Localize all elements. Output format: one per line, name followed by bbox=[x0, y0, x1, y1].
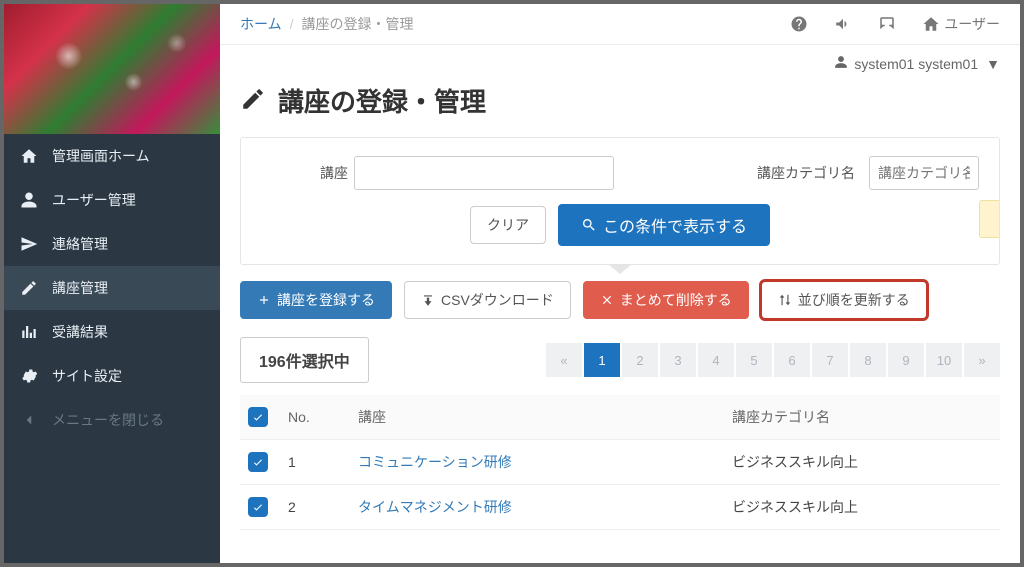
page-button-«[interactable]: « bbox=[546, 343, 582, 377]
sidebar-item-label: メニューを閉じる bbox=[52, 410, 164, 430]
selection-count: 196件選択中 bbox=[240, 337, 369, 383]
sidebar-item-collapse[interactable]: メニューを閉じる bbox=[4, 398, 220, 442]
row-checkbox[interactable] bbox=[248, 452, 288, 472]
action-row: 講座を登録する CSVダウンロード まとめて削除する 並び順を更新する bbox=[220, 281, 1020, 319]
table-row: 1コミュニケーション研修ビジネススキル向上 bbox=[240, 440, 1000, 485]
sidebar-item-home[interactable]: 管理画面ホーム bbox=[4, 134, 220, 178]
filter-course-input[interactable] bbox=[354, 156, 614, 190]
sidebar-item-label: サイト設定 bbox=[52, 366, 122, 386]
filter-panel: 講座 講座カテゴリ名 クリア この条件で表示する bbox=[240, 137, 1000, 265]
row-category: ビジネススキル向上 bbox=[732, 497, 992, 517]
chevron-left-icon bbox=[20, 411, 40, 429]
filter-category-label: 講座カテゴリ名 bbox=[757, 163, 855, 183]
sidebar-item-label: 受講結果 bbox=[52, 322, 108, 342]
paper-plane-icon bbox=[20, 235, 40, 253]
main-content: ホーム / 講座の登録・管理 ユーザー system01 system01 ▼ … bbox=[220, 4, 1020, 563]
list-header: 196件選択中 «12345678910» bbox=[220, 337, 1020, 383]
search-icon bbox=[581, 217, 597, 233]
page-title-text: 講座の登録・管理 bbox=[278, 82, 486, 119]
bulk-delete-button[interactable]: まとめて削除する bbox=[583, 281, 749, 319]
inbox-icon[interactable] bbox=[878, 15, 896, 33]
user-display-name: system01 system01 bbox=[854, 56, 978, 72]
topbar: ホーム / 講座の登録・管理 ユーザー bbox=[220, 4, 1020, 45]
table-header: No. 講座 講座カテゴリ名 bbox=[240, 395, 1000, 440]
sidebar-item-results[interactable]: 受講結果 bbox=[4, 310, 220, 354]
sidebar-item-contact[interactable]: 連絡管理 bbox=[4, 222, 220, 266]
page-button-3[interactable]: 3 bbox=[660, 343, 696, 377]
filter-category-input[interactable] bbox=[869, 156, 979, 190]
row-course[interactable]: タイムマネジメント研修 bbox=[358, 497, 732, 517]
topbar-user-label: ユーザー bbox=[944, 14, 1000, 34]
home-top-icon[interactable]: ユーザー bbox=[922, 14, 1000, 34]
pagination: «12345678910» bbox=[546, 343, 1000, 377]
user-small-icon bbox=[834, 55, 848, 72]
caret-down-icon: ▼ bbox=[986, 56, 1000, 72]
help-icon[interactable] bbox=[790, 15, 808, 33]
side-panel-stub[interactable] bbox=[979, 200, 999, 238]
plus-icon bbox=[257, 293, 271, 307]
filter-course-label: 講座 bbox=[320, 163, 348, 183]
sidebar-item-settings[interactable]: サイト設定 bbox=[4, 354, 220, 398]
row-course[interactable]: コミュニケーション研修 bbox=[358, 452, 732, 472]
header-no: No. bbox=[288, 409, 358, 425]
register-course-button[interactable]: 講座を登録する bbox=[240, 281, 392, 319]
sidebar-nav: 管理画面ホーム ユーザー管理 連絡管理 講座管理 受講結果 サイト設定 bbox=[4, 134, 220, 563]
sort-icon bbox=[778, 293, 792, 307]
breadcrumb-current: 講座の登録・管理 bbox=[301, 14, 413, 34]
reorder-button[interactable]: 並び順を更新する bbox=[761, 281, 927, 319]
breadcrumb-home[interactable]: ホーム bbox=[240, 14, 282, 34]
sidebar-brand-image bbox=[4, 4, 220, 134]
page-title: 講座の登録・管理 bbox=[220, 82, 1020, 137]
megaphone-icon[interactable] bbox=[834, 15, 852, 33]
sidebar-item-courses[interactable]: 講座管理 bbox=[4, 266, 220, 310]
page-button-9[interactable]: 9 bbox=[888, 343, 924, 377]
page-button-8[interactable]: 8 bbox=[850, 343, 886, 377]
gear-icon bbox=[20, 367, 40, 385]
sidebar-item-label: 連絡管理 bbox=[52, 234, 108, 254]
breadcrumb-separator: / bbox=[290, 16, 294, 32]
table-row: 2タイムマネジメント研修ビジネススキル向上 bbox=[240, 485, 1000, 530]
sidebar: 管理画面ホーム ユーザー管理 連絡管理 講座管理 受講結果 サイト設定 bbox=[4, 4, 220, 563]
sidebar-item-label: 講座管理 bbox=[52, 278, 108, 298]
clear-button[interactable]: クリア bbox=[470, 206, 546, 244]
download-icon bbox=[421, 293, 435, 307]
sidebar-item-label: ユーザー管理 bbox=[52, 190, 136, 210]
pencil-title-icon bbox=[240, 86, 266, 115]
row-checkbox[interactable] bbox=[248, 497, 288, 517]
course-table: No. 講座 講座カテゴリ名 1コミュニケーション研修ビジネススキル向上2タイム… bbox=[240, 395, 1000, 530]
csv-download-button[interactable]: CSVダウンロード bbox=[404, 281, 571, 319]
row-no: 2 bbox=[288, 499, 358, 515]
user-icon bbox=[20, 191, 40, 209]
header-checkbox[interactable] bbox=[248, 407, 288, 427]
row-category: ビジネススキル向上 bbox=[732, 452, 992, 472]
page-button-6[interactable]: 6 bbox=[774, 343, 810, 377]
search-button[interactable]: この条件で表示する bbox=[558, 204, 770, 246]
header-category: 講座カテゴリ名 bbox=[732, 407, 992, 427]
sidebar-item-label: 管理画面ホーム bbox=[52, 146, 150, 166]
page-button-7[interactable]: 7 bbox=[812, 343, 848, 377]
page-button-»[interactable]: » bbox=[964, 343, 1000, 377]
home-icon bbox=[20, 147, 40, 165]
page-button-2[interactable]: 2 bbox=[622, 343, 658, 377]
page-button-4[interactable]: 4 bbox=[698, 343, 734, 377]
page-button-10[interactable]: 10 bbox=[926, 343, 962, 377]
close-icon bbox=[600, 293, 614, 307]
header-course: 講座 bbox=[358, 407, 732, 427]
page-button-1[interactable]: 1 bbox=[584, 343, 620, 377]
bar-chart-icon bbox=[20, 323, 40, 341]
sidebar-item-users[interactable]: ユーザー管理 bbox=[4, 178, 220, 222]
page-button-5[interactable]: 5 bbox=[736, 343, 772, 377]
row-no: 1 bbox=[288, 454, 358, 470]
pencil-icon bbox=[20, 279, 40, 297]
user-dropdown[interactable]: system01 system01 ▼ bbox=[220, 45, 1020, 82]
